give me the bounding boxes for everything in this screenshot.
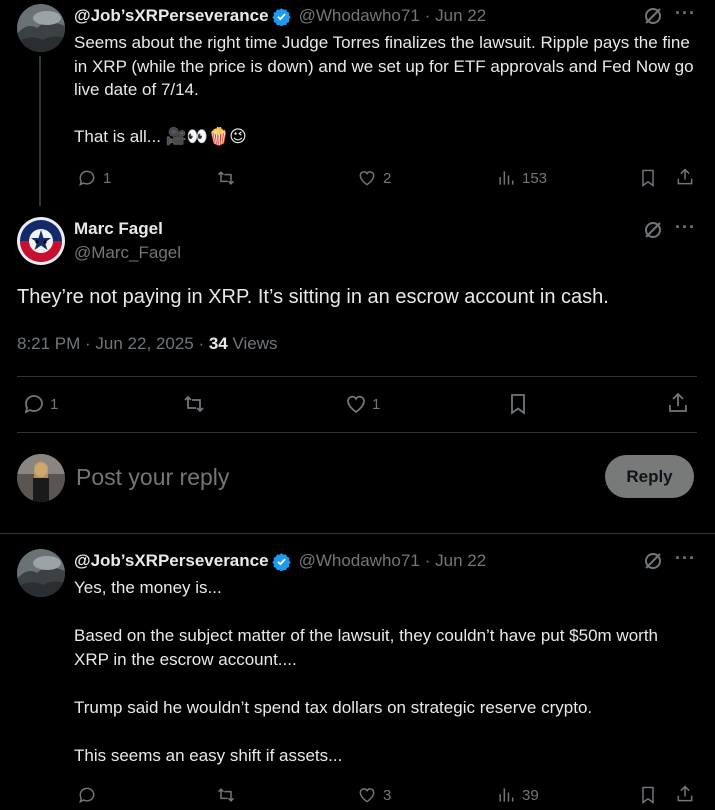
verified-icon xyxy=(271,7,291,26)
handle[interactable]: @Whodawho71 xyxy=(299,551,420,571)
like-icon xyxy=(359,788,375,803)
bookmark-button[interactable] xyxy=(638,785,658,805)
views-count: 34 xyxy=(208,334,228,353)
grok-icon[interactable] xyxy=(643,551,663,576)
grok-icon[interactable] xyxy=(643,6,663,31)
retweet-icon xyxy=(217,788,235,802)
views-button[interactable]: 39 xyxy=(496,785,539,805)
action-bar: 1 2 153 xyxy=(74,166,699,190)
divider xyxy=(0,533,715,534)
like-button[interactable]: 3 xyxy=(357,785,391,805)
views-button[interactable]: 153 xyxy=(496,168,547,188)
more-icon[interactable]: ··· xyxy=(675,548,696,569)
share-icon xyxy=(669,392,687,412)
bookmark-icon xyxy=(511,394,525,415)
reply-button-label: Reply xyxy=(626,466,673,486)
verified-icon xyxy=(271,552,291,571)
views-icon xyxy=(499,171,514,185)
reply-icon xyxy=(79,787,95,804)
reply-button[interactable] xyxy=(77,785,103,805)
reply-button[interactable]: 1 xyxy=(77,168,111,188)
reply-icon xyxy=(79,170,95,187)
timestamp[interactable]: 8:21 PM · Jun 22, 2025 · xyxy=(17,334,209,353)
retweet-button[interactable] xyxy=(216,168,242,188)
like-count: 3 xyxy=(383,786,392,804)
like-count: 1 xyxy=(372,395,381,413)
avatar[interactable] xyxy=(17,217,65,265)
grok-icon[interactable] xyxy=(643,220,663,245)
share-button[interactable] xyxy=(675,784,695,804)
display-name[interactable]: Marc Fagel xyxy=(74,219,163,239)
more-icon[interactable]: ··· xyxy=(675,217,696,238)
reply-input[interactable] xyxy=(76,459,576,495)
action-bar: 1 1 xyxy=(17,390,697,420)
reply-button[interactable]: 1 xyxy=(22,392,58,416)
like-button[interactable]: 2 xyxy=(357,168,391,188)
like-icon xyxy=(347,395,365,414)
reply-icon xyxy=(24,395,43,414)
share-icon xyxy=(677,168,693,185)
tweet-date[interactable]: · Jun 22 xyxy=(425,551,486,571)
share-icon xyxy=(677,785,693,802)
divider xyxy=(17,376,697,377)
tweet-meta: 8:21 PM · Jun 22, 2025 · 34 Views xyxy=(17,334,278,354)
reply-button[interactable]: Reply xyxy=(605,455,694,498)
handle[interactable]: @Whodawho71 xyxy=(299,6,420,26)
retweet-button[interactable] xyxy=(182,392,212,416)
retweet-icon xyxy=(184,395,204,413)
bookmark-icon xyxy=(642,786,654,804)
like-button[interactable]: 1 xyxy=(344,392,380,416)
retweet-icon xyxy=(217,171,235,185)
action-bar: 3 39 xyxy=(74,784,699,806)
reply-count: 1 xyxy=(103,169,112,187)
views-icon xyxy=(499,788,514,802)
like-icon xyxy=(359,171,375,186)
avatar[interactable] xyxy=(17,4,65,52)
thread-line xyxy=(39,56,41,206)
tweet-text: They’re not paying in XRP. It’s sitting … xyxy=(17,286,609,308)
user-avatar[interactable] xyxy=(17,454,65,502)
handle[interactable]: @Marc_Fagel xyxy=(74,243,181,263)
tweet-header: @Job’sXRPerseverance @Whodawho71 · Jun 2… xyxy=(74,550,486,572)
tweet-header: @Job’sXRPerseverance @Whodawho71 · Jun 2… xyxy=(74,5,486,27)
avatar[interactable] xyxy=(17,549,65,597)
tweet-text: Seems about the right time Judge Torres … xyxy=(74,33,694,146)
like-count: 2 xyxy=(383,169,392,187)
reply-count: 1 xyxy=(50,395,59,413)
bookmark-button[interactable] xyxy=(638,168,658,188)
display-name[interactable]: @Job’sXRPerseverance xyxy=(74,551,269,571)
retweet-button[interactable] xyxy=(216,785,242,805)
more-icon[interactable]: ··· xyxy=(675,3,696,24)
share-button[interactable] xyxy=(675,167,695,187)
views-label: Views xyxy=(227,334,278,353)
tweet-text: Yes, the money is... Based on the subjec… xyxy=(74,578,659,765)
bookmark-icon xyxy=(642,169,654,187)
display-name[interactable]: @Job’sXRPerseverance xyxy=(74,6,269,26)
views-count: 39 xyxy=(522,786,539,804)
tweet-date[interactable]: · Jun 22 xyxy=(425,6,486,26)
share-button[interactable] xyxy=(666,391,690,415)
bookmark-button[interactable] xyxy=(506,392,530,416)
views-count: 153 xyxy=(522,169,548,187)
divider xyxy=(17,432,697,433)
